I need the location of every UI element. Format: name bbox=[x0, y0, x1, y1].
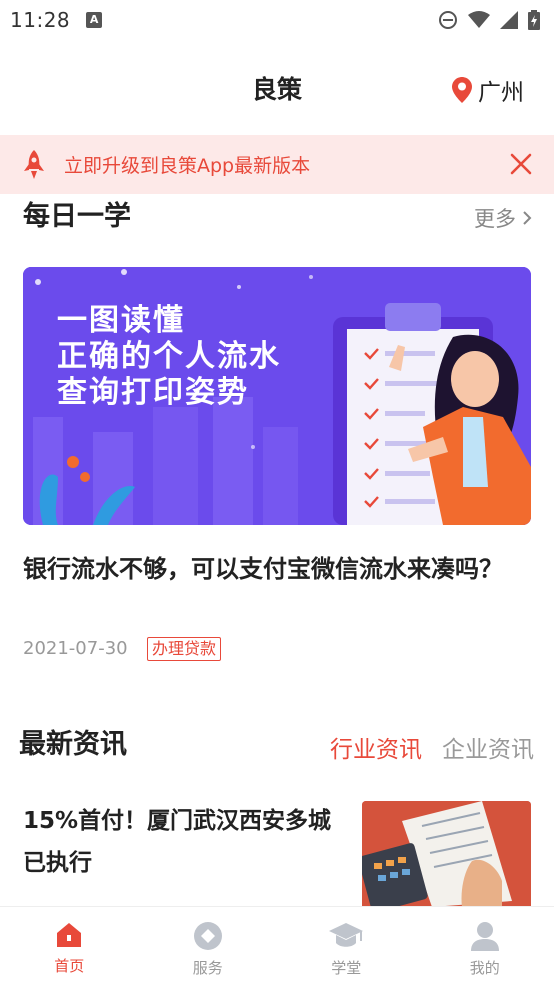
nav-label: 学堂 bbox=[331, 959, 362, 977]
daily-learn-title: 每日一学 bbox=[23, 201, 131, 232]
article-date: 2021-07-30 bbox=[23, 638, 128, 659]
service-icon bbox=[193, 922, 222, 950]
headline-line: 查询打印姿势 bbox=[57, 375, 249, 410]
location-pin-icon bbox=[452, 77, 472, 103]
dnd-icon bbox=[439, 11, 457, 29]
article-title[interactable]: 银行流水不够，可以支付宝微信流水来凑吗？ bbox=[23, 548, 533, 590]
more-label: 更多 bbox=[474, 207, 516, 231]
bottom-nav: 首页 服务 学堂 我的 bbox=[0, 906, 554, 984]
nav-item-service[interactable]: 服务 bbox=[139, 907, 278, 984]
home-icon bbox=[57, 923, 82, 947]
daily-learn-image[interactable]: 一图读懂 正确的个人流水 查询打印姿势 bbox=[23, 267, 531, 525]
tab-company-news[interactable]: 企业资讯 bbox=[442, 730, 534, 764]
calculator-document-illustration bbox=[362, 801, 531, 907]
daily-learn-image-headline: 一图读懂 正确的个人流水 查询打印姿势 bbox=[57, 303, 281, 411]
status-time: 11:28 bbox=[10, 8, 71, 32]
latest-news-title: 最新资讯 bbox=[19, 729, 127, 760]
signal-icon bbox=[500, 11, 518, 29]
nav-label: 首页 bbox=[54, 957, 85, 975]
nav-label: 服务 bbox=[192, 959, 223, 977]
chevron-right-icon bbox=[523, 211, 532, 225]
rocket-icon bbox=[24, 149, 44, 179]
headline-line: 一图读懂 bbox=[57, 303, 185, 338]
battery-icon bbox=[528, 10, 540, 30]
nav-item-profile[interactable]: 我的 bbox=[416, 907, 554, 984]
status-icons bbox=[438, 10, 540, 30]
notification-icon: A bbox=[86, 12, 103, 28]
news-item-title[interactable]: 15%首付！厦门武汉西安多城已执行 bbox=[23, 800, 343, 884]
more-link[interactable]: 更多 bbox=[474, 203, 532, 233]
app-header: 良策 广州 bbox=[0, 40, 554, 135]
nav-item-school[interactable]: 学堂 bbox=[277, 907, 416, 984]
nav-item-home[interactable]: 首页 bbox=[0, 907, 139, 984]
location-label: 广州 bbox=[478, 80, 524, 106]
user-icon bbox=[470, 922, 499, 951]
upgrade-banner-text: 立即升级到良策App最新版本 bbox=[64, 155, 311, 177]
location-selector[interactable]: 广州 bbox=[452, 73, 524, 107]
wifi-icon bbox=[468, 11, 490, 28]
article-tag: 办理贷款 bbox=[147, 637, 222, 661]
status-bar: 11:28 A bbox=[0, 0, 554, 40]
close-icon[interactable] bbox=[510, 153, 532, 175]
news-item-thumbnail[interactable] bbox=[362, 801, 531, 907]
headline-line: 正确的个人流水 bbox=[57, 339, 281, 374]
tab-industry-news[interactable]: 行业资讯 bbox=[330, 730, 422, 764]
graduation-cap-icon bbox=[329, 923, 364, 947]
news-tabs: 行业资讯 企业资讯 bbox=[330, 730, 534, 764]
upgrade-banner[interactable]: 立即升级到良策App最新版本 bbox=[0, 135, 554, 194]
nav-label: 我的 bbox=[469, 959, 500, 977]
